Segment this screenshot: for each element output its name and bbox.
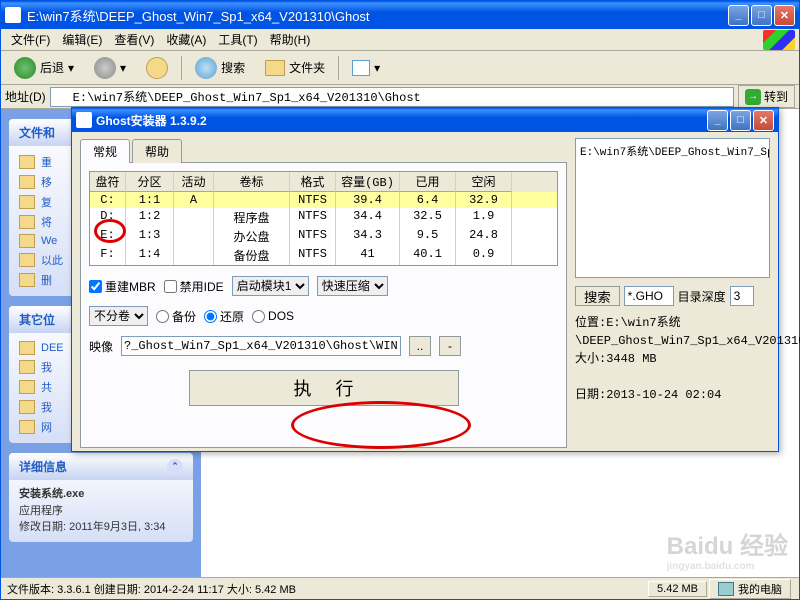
browse-button[interactable]: .. bbox=[409, 336, 431, 356]
boot-module-select[interactable]: 启动模块1 bbox=[232, 276, 309, 296]
annotation-oval bbox=[291, 401, 471, 449]
go-button[interactable]: →转到 bbox=[738, 85, 795, 108]
col-format: 格式 bbox=[290, 172, 336, 192]
folder-icon bbox=[265, 60, 285, 76]
partition-table[interactable]: 盘符 分区 活动 卷标 格式 容量(GB) 已用 空闲 C:1:1ANTFS39… bbox=[89, 171, 558, 266]
compress-select[interactable]: 快速压缩 bbox=[317, 276, 388, 296]
folder-icon bbox=[19, 400, 35, 414]
col-label: 卷标 bbox=[214, 172, 290, 192]
explorer-titlebar[interactable]: E:\win7系统\DEEP_Ghost_Win7_Sp1_x64_V20131… bbox=[1, 1, 799, 29]
menu-edit[interactable]: 编辑(E) bbox=[56, 29, 108, 50]
task-icon bbox=[19, 215, 35, 229]
menubar: 文件(F) 编辑(E) 查看(V) 收藏(A) 工具(T) 帮助(H) bbox=[1, 29, 799, 51]
table-row[interactable]: F:1:4备份盘NTFS4140.10.9 bbox=[90, 246, 557, 265]
file-name: 安装系统.exe bbox=[19, 486, 183, 503]
folder-icon bbox=[5, 7, 21, 23]
folders-button[interactable]: 文件夹 bbox=[258, 55, 332, 80]
volume-select[interactable]: 不分卷 bbox=[89, 306, 148, 326]
dialog-close-button[interactable]: ✕ bbox=[753, 110, 774, 131]
minimize-button[interactable]: _ bbox=[728, 5, 749, 26]
forward-button[interactable]: ▾ bbox=[87, 53, 133, 83]
panel-title: 详细信息 bbox=[19, 458, 67, 475]
search-gho-button[interactable]: 搜索 bbox=[575, 286, 620, 306]
disable-ide-checkbox[interactable]: 禁用IDE bbox=[164, 278, 224, 295]
toolbar: 后退 ▾ ▾ 搜索 文件夹 ▾ bbox=[1, 51, 799, 85]
dos-radio[interactable]: DOS bbox=[252, 309, 294, 323]
status-location: 我的电脑 bbox=[709, 579, 791, 599]
views-icon bbox=[352, 60, 370, 76]
task-icon bbox=[19, 155, 35, 169]
menu-fav[interactable]: 收藏(A) bbox=[160, 29, 212, 50]
tab-help[interactable]: 帮助 bbox=[132, 139, 182, 163]
status-text: 文件版本: 3.3.6.1 创建日期: 2014-2-24 11:17 大小: … bbox=[7, 581, 296, 597]
depth-input[interactable] bbox=[730, 286, 754, 306]
views-button[interactable]: ▾ bbox=[345, 56, 387, 80]
image-info: 位置:E:\win7系统\DEEP_Ghost_Win7_Sp1_x64_V20… bbox=[575, 314, 770, 404]
table-row[interactable]: D:1:2程序盘NTFS34.432.51.9 bbox=[90, 208, 557, 227]
depth-label: 目录深度 bbox=[678, 288, 726, 305]
address-bar: 地址(D) →转到 bbox=[1, 85, 799, 109]
address-input[interactable] bbox=[50, 87, 734, 107]
col-active: 活动 bbox=[174, 172, 214, 192]
back-button[interactable]: 后退 ▾ bbox=[7, 53, 81, 83]
col-partition: 分区 bbox=[126, 172, 174, 192]
col-used: 已用 bbox=[400, 172, 456, 192]
status-bar: 文件版本: 3.3.6.1 创建日期: 2014-2-24 11:17 大小: … bbox=[1, 577, 799, 599]
dialog-title: Ghost安装器 1.3.9.2 bbox=[96, 112, 207, 129]
col-drive: 盘符 bbox=[90, 172, 126, 192]
execute-button[interactable]: 执行 bbox=[189, 370, 459, 406]
image-label: 映像 bbox=[89, 338, 113, 355]
windows-flag-icon bbox=[763, 30, 795, 50]
address-label: 地址(D) bbox=[5, 88, 46, 105]
backup-radio[interactable]: 备份 bbox=[156, 308, 196, 325]
folder-icon bbox=[19, 341, 35, 355]
menu-tools[interactable]: 工具(T) bbox=[212, 29, 263, 50]
computer-icon bbox=[718, 582, 734, 596]
task-icon bbox=[19, 175, 35, 189]
remove-button[interactable]: - bbox=[439, 336, 461, 356]
table-row[interactable]: C:1:1ANTFS39.46.432.9 bbox=[90, 192, 557, 208]
menu-view[interactable]: 查看(V) bbox=[108, 29, 160, 50]
rebuild-mbr-checkbox[interactable]: 重建MBR bbox=[89, 278, 156, 295]
task-icon bbox=[19, 253, 35, 267]
dialog-titlebar[interactable]: Ghost安装器 1.3.9.2 _ □ ✕ bbox=[72, 108, 778, 132]
col-capacity: 容量(GB) bbox=[336, 172, 400, 192]
close-button[interactable]: ✕ bbox=[774, 5, 795, 26]
back-icon bbox=[14, 57, 36, 79]
panel-title: 文件和 bbox=[19, 124, 55, 141]
details-panel: 详细信息⌃ 安装系统.exe 应用程序 修改日期: 2011年9月3日, 3:3… bbox=[9, 453, 193, 542]
search-icon bbox=[195, 57, 217, 79]
chevron-icon[interactable]: ⌃ bbox=[167, 459, 183, 475]
menu-help[interactable]: 帮助(H) bbox=[264, 29, 317, 50]
restore-radio[interactable]: 还原 bbox=[204, 308, 244, 325]
tab-general[interactable]: 常规 bbox=[80, 139, 130, 163]
app-icon bbox=[76, 112, 92, 128]
pattern-input[interactable] bbox=[624, 286, 674, 306]
search-button[interactable]: 搜索 bbox=[188, 53, 252, 83]
file-type: 应用程序 bbox=[19, 503, 183, 520]
info-listbox[interactable]: E:\win7系统\DEEP_Ghost_Win7_Sp bbox=[575, 138, 770, 278]
table-row[interactable]: E:1:3办公盘NTFS34.39.524.8 bbox=[90, 227, 557, 246]
go-icon: → bbox=[745, 89, 761, 105]
col-free: 空闲 bbox=[456, 172, 512, 192]
dialog-minimize-button[interactable]: _ bbox=[707, 110, 728, 131]
menu-file[interactable]: 文件(F) bbox=[5, 29, 56, 50]
panel-title: 其它位 bbox=[19, 311, 55, 328]
maximize-button[interactable]: □ bbox=[751, 5, 772, 26]
status-size: 5.42 MB bbox=[648, 581, 707, 597]
window-title: E:\win7系统\DEEP_Ghost_Win7_Sp1_x64_V20131… bbox=[27, 6, 370, 25]
ghost-installer-dialog: Ghost安装器 1.3.9.2 _ □ ✕ 常规 帮助 盘符 分区 活动 卷标 bbox=[71, 107, 779, 452]
dialog-maximize-button[interactable]: □ bbox=[730, 110, 751, 131]
folder-icon bbox=[19, 360, 35, 374]
task-icon bbox=[19, 234, 35, 248]
task-icon bbox=[19, 195, 35, 209]
up-button[interactable] bbox=[139, 53, 175, 83]
image-path-input[interactable] bbox=[121, 336, 401, 356]
folder-icon bbox=[19, 380, 35, 394]
forward-icon bbox=[94, 57, 116, 79]
task-icon bbox=[19, 273, 35, 287]
folder-icon bbox=[19, 420, 35, 434]
up-icon bbox=[146, 57, 168, 79]
